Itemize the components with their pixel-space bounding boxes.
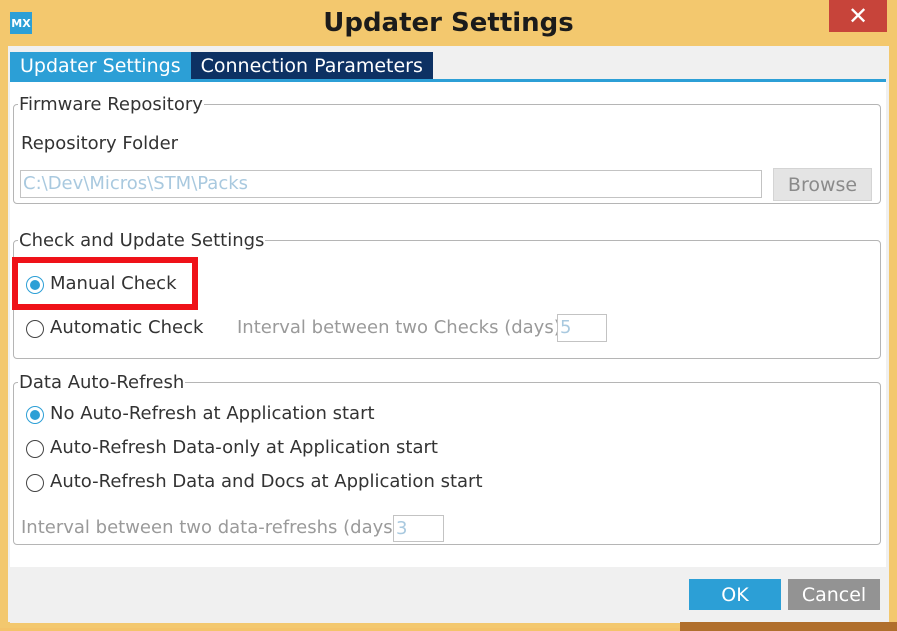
tab-bar: Updater Settings Connection Parameters bbox=[10, 52, 433, 80]
tab-content-panel: Firmware Repository Repository Folder C:… bbox=[10, 82, 886, 566]
check-update-settings-legend: Check and Update Settings bbox=[19, 230, 265, 251]
refresh-interval-label: Interval between two data-refreshs (days… bbox=[21, 517, 400, 538]
desktop-background bbox=[680, 622, 897, 631]
dialog-footer: OK Cancel bbox=[10, 566, 886, 623]
refresh-data-only-label[interactable]: Auto-Refresh Data-only at Application st… bbox=[50, 437, 438, 458]
refresh-data-only-radio[interactable] bbox=[26, 440, 44, 458]
refresh-interval-input[interactable]: 3 bbox=[393, 515, 444, 542]
manual-check-highlight-box bbox=[12, 257, 198, 310]
dialog-client-area: Updater Settings Connection Parameters F… bbox=[8, 46, 889, 623]
window-title: Updater Settings bbox=[323, 8, 574, 38]
tab-updater-settings[interactable]: Updater Settings bbox=[10, 52, 191, 80]
ok-button[interactable]: OK bbox=[689, 579, 781, 610]
automatic-check-label[interactable]: Automatic Check bbox=[50, 317, 203, 338]
tab-connection-parameters[interactable]: Connection Parameters bbox=[190, 52, 433, 80]
repository-folder-input[interactable]: C:\Dev\Micros\STM\Packs bbox=[20, 170, 762, 198]
refresh-data-docs-radio[interactable] bbox=[26, 474, 44, 492]
browse-button[interactable]: Browse bbox=[773, 168, 872, 201]
close-icon: ✕ bbox=[847, 2, 869, 30]
refresh-data-docs-label[interactable]: Auto-Refresh Data and Docs at Applicatio… bbox=[50, 471, 483, 492]
updater-settings-window: MX Updater Settings ✕ Updater Settings C… bbox=[0, 0, 897, 628]
check-interval-label: Interval between two Checks (days) bbox=[237, 317, 561, 338]
no-auto-refresh-label[interactable]: No Auto-Refresh at Application start bbox=[50, 403, 375, 424]
automatic-check-radio[interactable] bbox=[26, 320, 44, 338]
no-auto-refresh-radio[interactable] bbox=[26, 406, 44, 424]
firmware-repository-legend: Firmware Repository bbox=[19, 94, 203, 115]
close-button[interactable]: ✕ bbox=[829, 0, 887, 32]
check-interval-input[interactable]: 5 bbox=[557, 314, 607, 342]
repository-folder-label: Repository Folder bbox=[21, 133, 179, 154]
title-bar[interactable]: MX Updater Settings ✕ bbox=[0, 0, 897, 46]
data-auto-refresh-legend: Data Auto-Refresh bbox=[19, 372, 185, 393]
cancel-button[interactable]: Cancel bbox=[788, 579, 880, 610]
